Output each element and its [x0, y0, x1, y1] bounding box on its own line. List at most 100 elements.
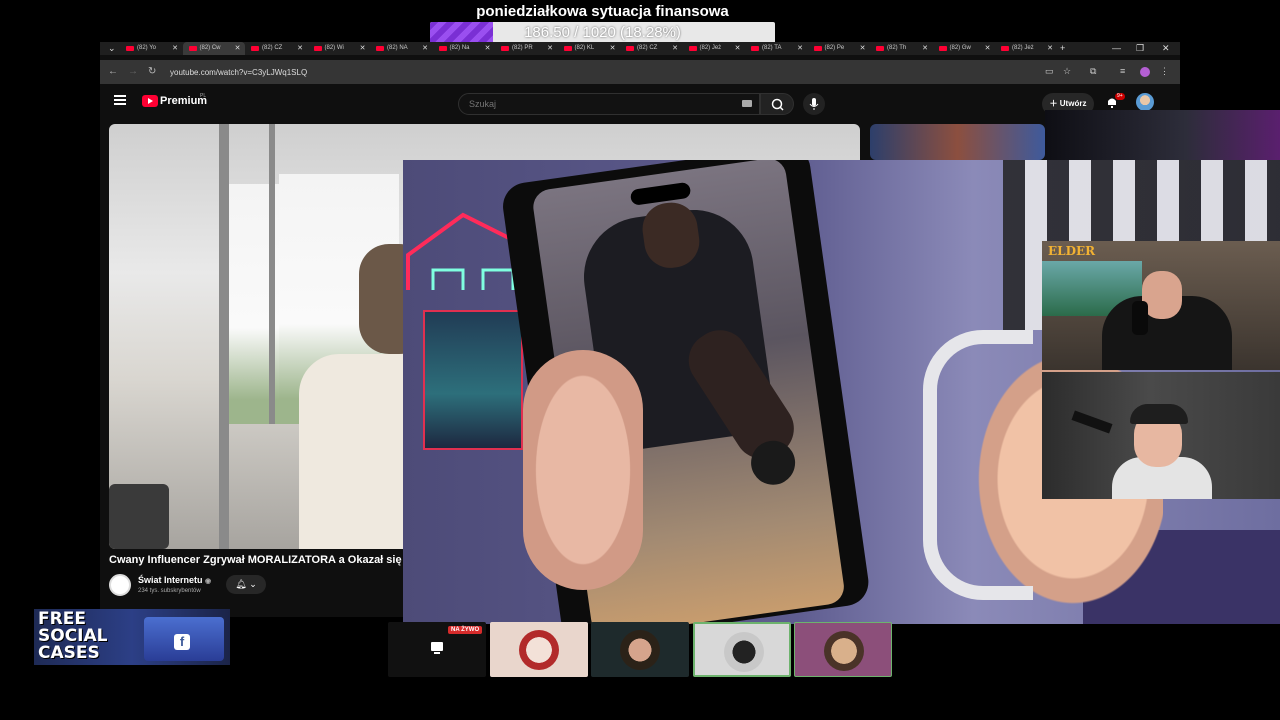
search-button[interactable] [760, 93, 794, 115]
donation-goal-amount: 186.50 / 1020 (18.28%) [524, 24, 681, 41]
subscription-bell-button[interactable]: 🔔︎ ⌄ [226, 575, 266, 594]
youtube-favicon-icon [251, 46, 259, 51]
recommended-video-thumbnail[interactable] [870, 124, 1045, 160]
minimize-button[interactable]: — [1112, 42, 1121, 55]
tab-close-icon[interactable]: ✕ [672, 42, 678, 55]
tab-search-icon[interactable]: ⌄ [108, 42, 116, 55]
chevron-down-icon: ⌄ [249, 579, 257, 589]
chair [109, 484, 169, 549]
browser-tab[interactable]: (82) Na ✕ [433, 42, 495, 55]
youtube-favicon-icon [938, 46, 947, 51]
call-participants-bar: NA ŻYWO [388, 622, 893, 677]
keyboard-icon[interactable] [742, 100, 752, 107]
browser-tab[interactable]: (82) CZ ✕ [245, 42, 307, 55]
profile-icon[interactable] [1140, 67, 1150, 77]
camera-feed-strip [1045, 110, 1280, 160]
browser-tab[interactable]: (82) NA ✕ [370, 42, 432, 55]
cast-icon[interactable]: ▭ [1045, 66, 1054, 77]
tab-close-icon[interactable]: ✕ [797, 42, 803, 55]
youtube-header: Premium PL ＋ Utwórz 9+ [100, 88, 1180, 118]
maximize-button[interactable]: ❐ [1136, 42, 1144, 55]
tab-close-icon[interactable]: ✕ [1047, 42, 1053, 55]
url-field[interactable]: youtube.com/watch?v=C3yLJWq1SLQ [170, 66, 1050, 80]
search-input[interactable] [459, 94, 719, 114]
close-window-button[interactable]: ✕ [1162, 42, 1170, 55]
youtube-favicon-icon [376, 46, 384, 51]
tab-label: (82) Gw [949, 45, 971, 51]
browser-tab[interactable]: (82) Th ✕ [870, 42, 932, 55]
new-tab-button[interactable]: + [1060, 42, 1065, 55]
lit-shelf [423, 310, 523, 450]
tab-close-icon[interactable]: ✕ [610, 42, 616, 55]
youtube-favicon-icon [438, 46, 447, 51]
browser-tab[interactable]: (82) PR ✕ [495, 42, 557, 55]
extensions-icon[interactable]: ⧉ [1090, 66, 1096, 77]
verified-icon: ◉ [205, 578, 212, 585]
tab-close-icon[interactable]: ✕ [297, 42, 303, 55]
free-social-cases-banner: FREE SOCIAL CASES f [34, 609, 230, 665]
back-icon[interactable]: ← [108, 66, 118, 77]
browser-tab[interactable]: (82) Jeż ✕ [683, 42, 745, 55]
window-frame [219, 124, 229, 549]
microphone-icon [809, 98, 819, 110]
channel-avatar[interactable] [109, 574, 131, 596]
tab-close-icon[interactable]: ✕ [422, 42, 428, 55]
forward-icon[interactable]: → [128, 66, 138, 77]
video-title: Cwany Influencer Zgrywał MORALIZATORA a … [109, 554, 409, 566]
youtube-favicon-icon [688, 46, 697, 51]
tab-close-icon[interactable]: ✕ [172, 42, 178, 55]
hand [523, 350, 643, 590]
browser-tab[interactable]: (82) Jeż ✕ [995, 42, 1057, 55]
tab-close-icon[interactable]: ✕ [360, 42, 366, 55]
tab-close-icon[interactable]: ✕ [985, 42, 991, 55]
browser-tab[interactable]: (82) Yo ✕ [120, 42, 182, 55]
account-avatar[interactable] [1136, 93, 1154, 111]
guest-camera-elder: ELDER [1042, 241, 1280, 370]
youtube-favicon-icon [313, 46, 322, 51]
browser-menu-icon[interactable]: ⋮ [1160, 66, 1169, 77]
search-icon [771, 98, 784, 111]
phone-dynamic-island [629, 181, 692, 206]
tab-groups-icon[interactable]: ≡ [1120, 66, 1125, 76]
voice-search-button[interactable] [803, 93, 825, 115]
participant-screen-share[interactable]: NA ŻYWO [388, 622, 486, 677]
tab-close-icon[interactable]: ✕ [922, 42, 928, 55]
banner-line-3: CASES [38, 643, 100, 663]
tab-bar: ⌄ (82) Yo ✕ (82) Cw ✕ (82) CZ ✕ (82) Wi ✕ (82) N… [100, 42, 1180, 55]
tab-label: (82) CZ [262, 45, 283, 51]
browser-tab[interactable]: (82) Pe ✕ [808, 42, 870, 55]
elder-logo: ELDER [1048, 244, 1096, 258]
search-box [458, 93, 760, 115]
browser-tab[interactable]: (82) TA ✕ [745, 42, 807, 55]
participant-tile[interactable] [794, 622, 892, 677]
channel-name[interactable]: Świat Internetu ◉ [138, 575, 211, 585]
reload-icon[interactable]: ↻ [148, 66, 156, 77]
hamburger-menu-icon[interactable] [114, 95, 126, 105]
tab-close-icon[interactable]: ✕ [485, 42, 491, 55]
tab-label: (82) TA [762, 45, 782, 51]
participant-tile[interactable] [591, 622, 689, 677]
channel-name-text: Świat Internetu [138, 575, 203, 585]
browser-tab[interactable]: (82) Cw ✕ [182, 42, 245, 55]
participant-tile-speaking[interactable] [693, 622, 791, 677]
browser-tab[interactable]: (82) Gw ✕ [933, 42, 995, 55]
tab-close-icon[interactable]: ✕ [860, 42, 866, 55]
guest-cap [1130, 404, 1188, 424]
tab-label: (82) NA [387, 45, 408, 51]
tab-label: (82) CZ [637, 45, 658, 51]
bookmark-star-icon[interactable]: ☆ [1063, 66, 1071, 77]
youtube-favicon-icon [126, 46, 134, 51]
tab-close-icon[interactable]: ✕ [735, 42, 741, 55]
channel-subscribers: 234 tys. subskrybentów [138, 588, 201, 594]
youtube-logo-icon[interactable] [142, 95, 158, 107]
participant-tile[interactable] [490, 622, 588, 677]
country-code: PL [200, 93, 207, 99]
browser-tab[interactable]: (82) CZ ✕ [620, 42, 682, 55]
live-badge: NA ŻYWO [448, 626, 483, 634]
browser-tab[interactable]: (82) Wi ✕ [308, 42, 370, 55]
tab-label: (82) Pe [824, 45, 845, 51]
browser-tab[interactable]: (82) KL ✕ [558, 42, 620, 55]
tab-close-icon[interactable]: ✕ [235, 42, 241, 55]
participant-avatar [724, 632, 764, 672]
tab-close-icon[interactable]: ✕ [547, 42, 553, 55]
